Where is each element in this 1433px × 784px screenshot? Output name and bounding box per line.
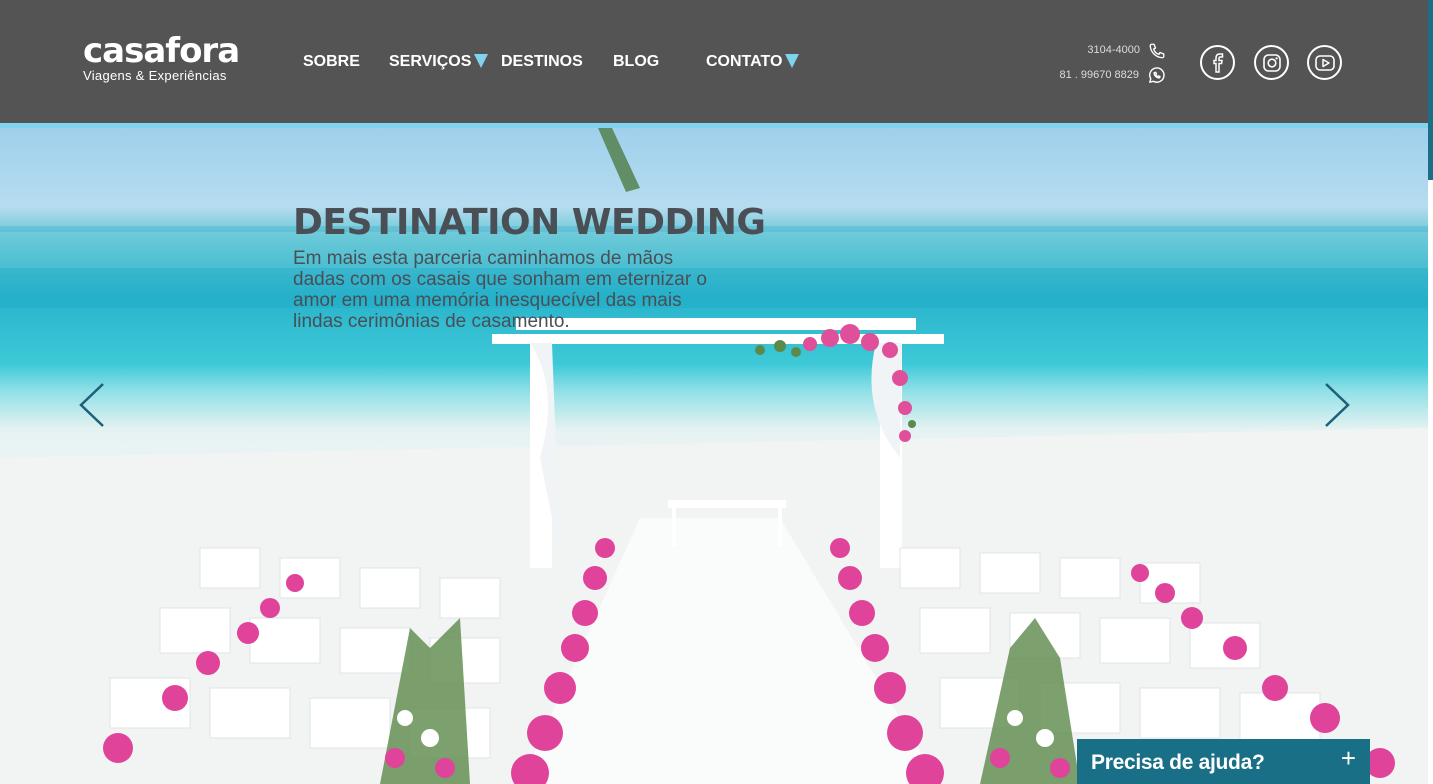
instagram-icon[interactable] — [1254, 45, 1289, 80]
help-chat-widget[interactable]: Precisa de ajuda? + — [1077, 739, 1370, 784]
nav-label: CONTATO — [706, 53, 783, 70]
hero-slider: DESTINATION WEDDING Em mais esta parceri… — [0, 128, 1428, 784]
nav-item-destinos[interactable]: DESTINOS — [501, 53, 583, 71]
nav-label: BLOG — [613, 53, 660, 70]
nav-item-blog[interactable]: BLOG — [613, 53, 659, 71]
instagram-glyph — [1262, 53, 1281, 72]
help-label: Precisa de ajuda? — [1091, 751, 1265, 774]
scrollbar-thumb[interactable] — [1428, 0, 1433, 180]
nav-label: SERVIÇOS — [389, 53, 472, 70]
contact-info: 3104-4000 81 . 99670 8829 — [1059, 38, 1166, 88]
hero-text: Em mais esta parceria caminhamos de mãos… — [293, 248, 707, 332]
nav-label: DESTINOS — [501, 53, 583, 70]
nav-item-servicos[interactable]: SERVIÇOS — [389, 53, 489, 71]
facebook-glyph — [1212, 52, 1223, 73]
site-header: casafora Viagens & Experiências SOBRE SE… — [0, 0, 1428, 123]
youtube-glyph — [1314, 54, 1335, 71]
logo[interactable]: casafora Viagens & Experiências — [83, 31, 240, 83]
facebook-icon[interactable] — [1200, 45, 1235, 80]
youtube-icon[interactable] — [1307, 45, 1342, 80]
caret-down-icon — [785, 54, 800, 68]
logo-tagline: Viagens & Experiências — [83, 68, 227, 83]
whatsapp-row[interactable]: 81 . 99670 8829 — [1059, 63, 1166, 88]
chevron-right-icon[interactable] — [1321, 382, 1351, 428]
phone-row[interactable]: 3104-4000 — [1059, 38, 1166, 63]
chevron-left-icon[interactable] — [78, 382, 108, 428]
caret-down-icon — [474, 54, 489, 68]
nav-item-sobre[interactable]: SOBRE — [303, 53, 360, 71]
hero-title: DESTINATION WEDDING — [293, 202, 766, 243]
logo-name: casafora — [83, 31, 240, 71]
phone-icon — [1149, 43, 1165, 58]
whatsapp-icon — [1149, 67, 1165, 83]
nav-label: SOBRE — [303, 53, 360, 70]
phone-number: 3104-4000 — [1087, 44, 1140, 56]
nav-item-contato[interactable]: CONTATO — [706, 53, 800, 71]
plus-icon[interactable]: + — [1341, 745, 1356, 771]
whatsapp-number: 81 . 99670 8829 — [1059, 69, 1139, 81]
